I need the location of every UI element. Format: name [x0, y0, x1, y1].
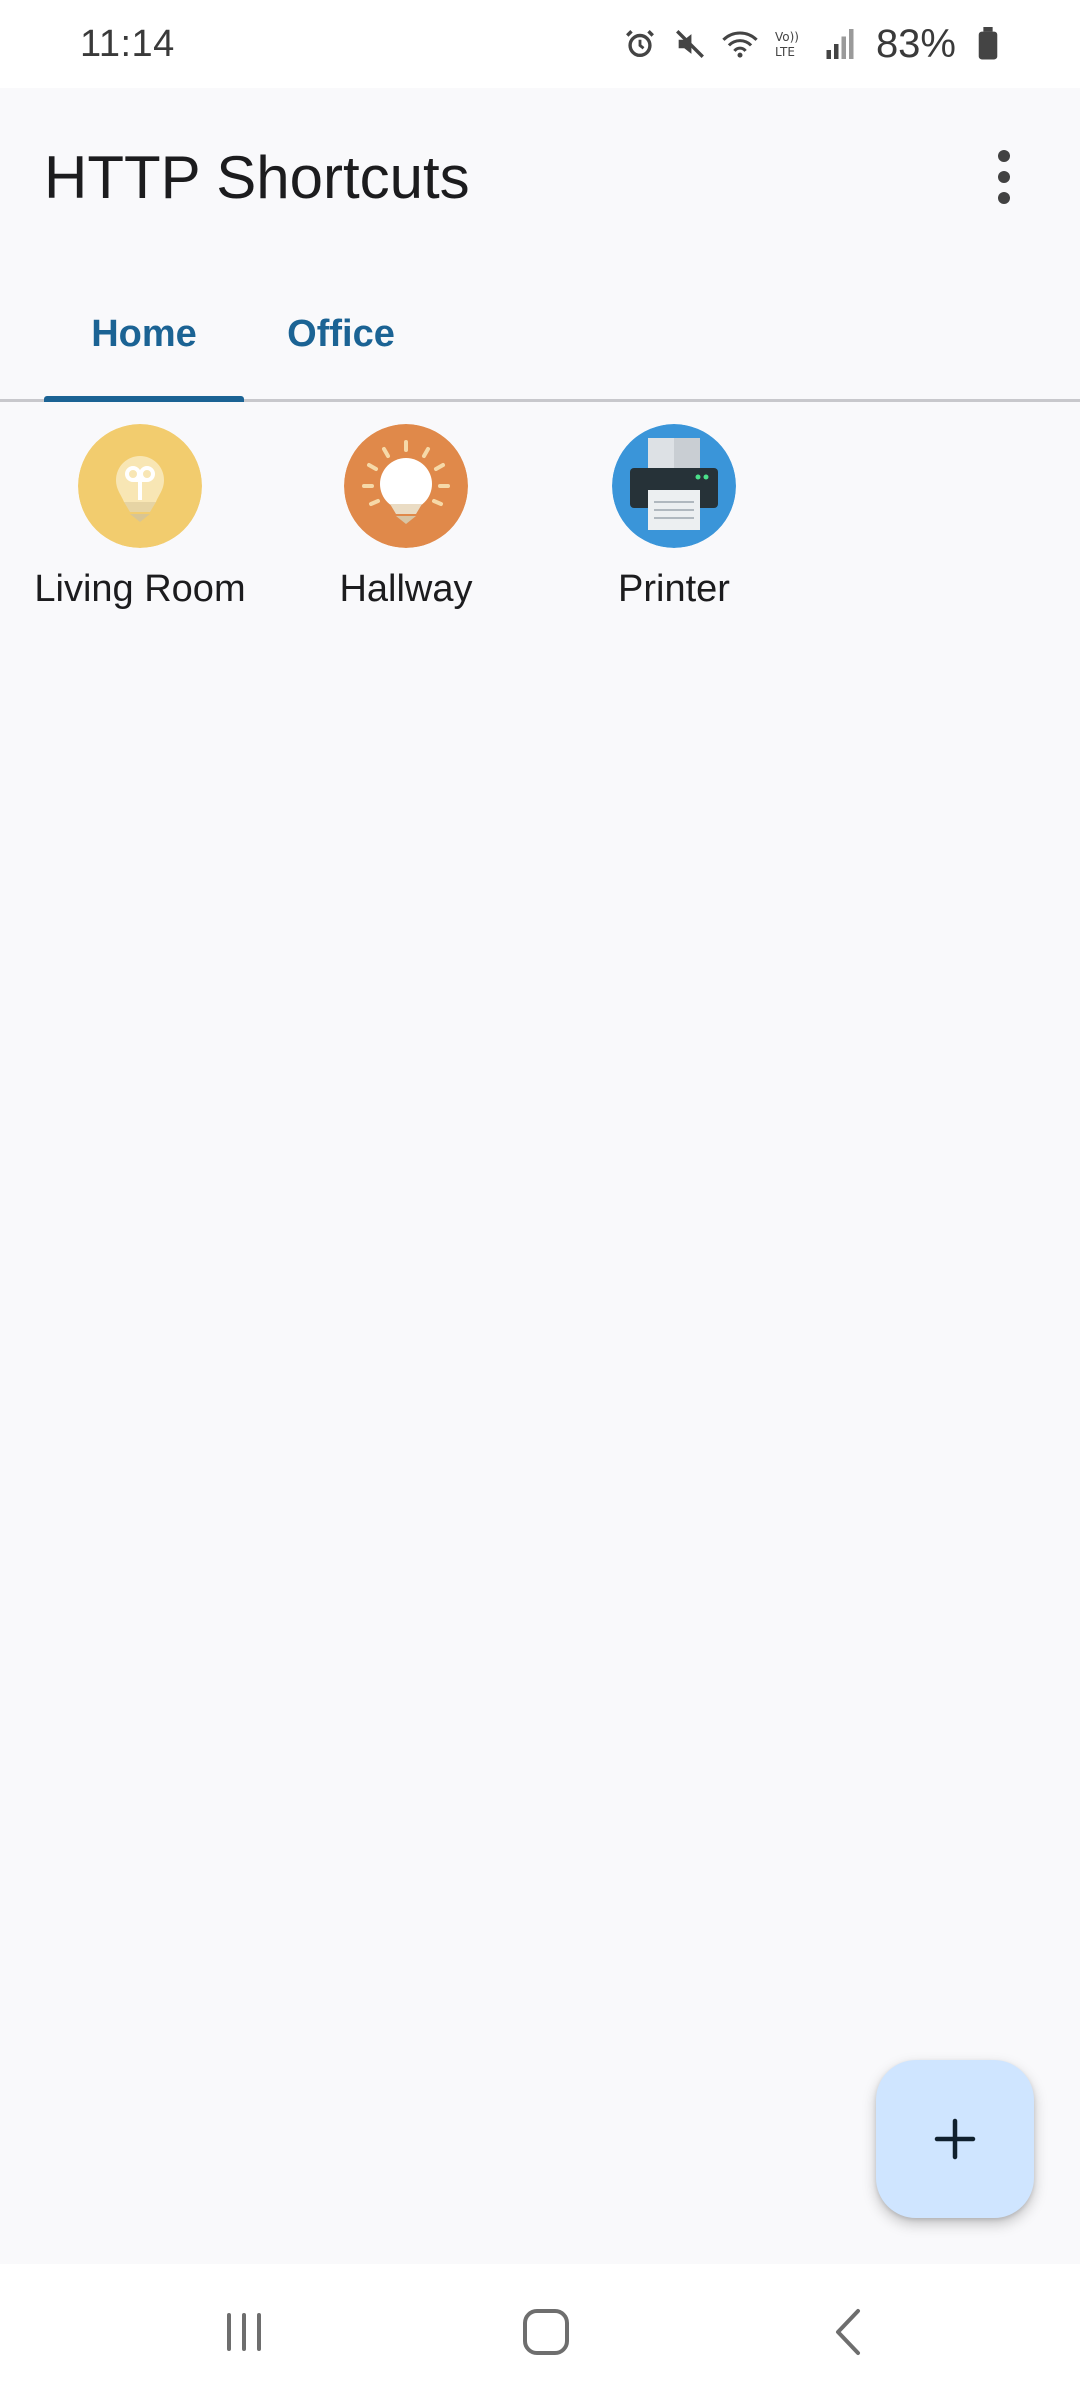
tab-selected-indicator: [44, 396, 244, 402]
navigation-bar: [0, 2264, 1080, 2400]
back-button[interactable]: [808, 2294, 888, 2370]
plus-icon: [934, 2118, 976, 2160]
more-vert-icon: [998, 150, 1010, 162]
battery-percentage: 83%: [875, 21, 956, 66]
back-icon: [836, 2309, 860, 2355]
app-bar: HTTP Shortcuts: [0, 88, 1080, 266]
status-time: 11:14: [80, 22, 175, 65]
mute-icon: [672, 26, 708, 62]
shortcut-printer[interactable]: Printer: [540, 424, 808, 611]
volte-icon: Vo)) LTE: [772, 26, 808, 62]
recents-icon: [227, 2313, 261, 2351]
svg-text:LTE: LTE: [775, 45, 795, 59]
wifi-icon: [722, 26, 758, 62]
svg-text:Vo)): Vo)): [775, 30, 799, 44]
shortcut-living-room[interactable]: Living Room: [6, 424, 274, 611]
screen: 11:14 Vo)) LTE 83% HTTP Shortcuts Home O…: [0, 0, 1080, 2400]
status-icons: Vo)) LTE 83%: [622, 22, 1006, 67]
printer-icon: [612, 424, 736, 548]
battery-icon: [970, 26, 1006, 62]
home-icon: [523, 2309, 569, 2355]
tab-home[interactable]: Home: [44, 266, 244, 402]
tab-office[interactable]: Office: [260, 266, 422, 402]
shortcut-label: Hallway: [339, 568, 473, 610]
app-title: HTTP Shortcuts: [44, 143, 470, 211]
shortcut-hallway[interactable]: Hallway: [272, 424, 540, 611]
lightbulb-off-icon: [78, 424, 202, 548]
shortcut-label: Printer: [618, 568, 730, 610]
recents-button[interactable]: [204, 2294, 284, 2370]
category-tabs: Home Office: [0, 266, 1080, 402]
more-options-button[interactable]: [972, 145, 1036, 209]
add-shortcut-button[interactable]: [876, 2060, 1034, 2218]
home-button[interactable]: [506, 2294, 586, 2370]
alarm-icon: [622, 26, 658, 62]
status-bar: 11:14 Vo)) LTE 83%: [0, 0, 1080, 88]
signal-icon: [822, 26, 858, 62]
lightbulb-on-icon: [344, 424, 468, 548]
shortcut-label: Living Room: [34, 568, 246, 610]
